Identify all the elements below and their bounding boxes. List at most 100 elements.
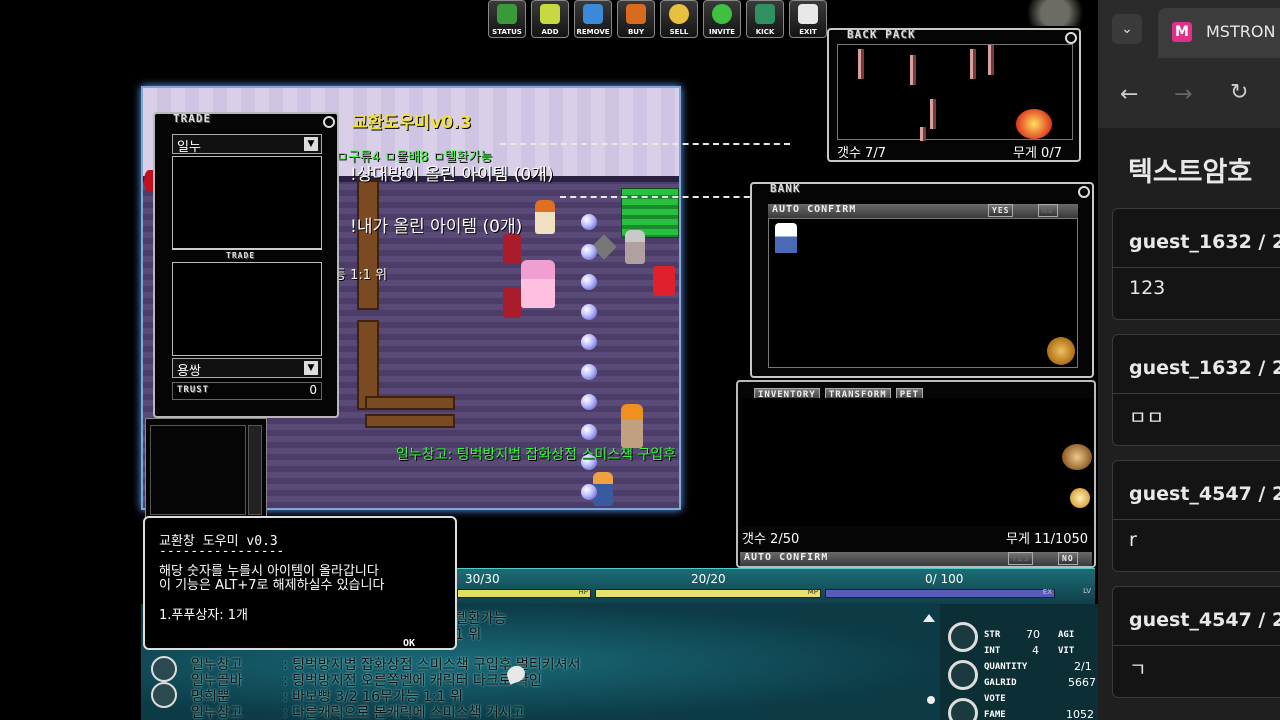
- inventory-no-button[interactable]: NO: [1058, 552, 1078, 565]
- shopping-basket-icon: [626, 4, 646, 24]
- crystal-orb[interactable]: [581, 244, 597, 260]
- status-button[interactable]: STATUS: [488, 0, 526, 38]
- message-card[interactable]: guest_1632 / 2 123: [1112, 208, 1280, 320]
- chevron-down-icon[interactable]: ▼: [304, 137, 318, 151]
- stat-knob-icon[interactable]: [948, 660, 978, 690]
- bank-no-button[interactable]: NO: [1038, 204, 1058, 217]
- backpack-slots[interactable]: [837, 44, 1073, 141]
- site-logo-icon: M: [1172, 22, 1192, 42]
- scroll-up-icon[interactable]: [923, 614, 935, 622]
- int-label: INT: [984, 646, 1001, 656]
- inventory-window[interactable]: INVENTORY TRANSFORM PET 갯수 2/50 무게 11/10…: [736, 380, 1096, 568]
- ghost-item[interactable]: [775, 223, 797, 253]
- kick-button[interactable]: KICK: [746, 0, 784, 38]
- key-item[interactable]: [910, 55, 916, 85]
- browser-tab[interactable]: M MSTRON: [1158, 8, 1280, 58]
- bank-window[interactable]: BANK AUTO CONFIRM YES NO: [750, 182, 1094, 378]
- npc-character[interactable]: [535, 200, 555, 234]
- bread-item[interactable]: [1070, 488, 1090, 508]
- bank-yes-button[interactable]: YES: [988, 204, 1014, 217]
- cookie-item[interactable]: [1062, 444, 1092, 470]
- remove-button-label: REMOVE: [576, 28, 610, 36]
- hp-value: 30/30: [465, 572, 500, 586]
- scroll-dot-icon[interactable]: [927, 696, 935, 704]
- add-grid-icon: [540, 4, 560, 24]
- dialog-ok-button[interactable]: OK: [403, 638, 415, 649]
- card-divider: [1113, 519, 1280, 520]
- flower-item[interactable]: [1016, 109, 1052, 139]
- wooden-counter: [357, 180, 379, 310]
- exp-value: 0/ 100: [925, 572, 964, 586]
- trade-window[interactable]: TRADE 일누 ▼ TRADE 용쌍 ▼ TRUST 0: [153, 112, 339, 418]
- bread-item[interactable]: [1047, 337, 1075, 365]
- sell-button-label: SELL: [669, 28, 689, 36]
- money-bag-icon: [669, 4, 689, 24]
- vit-label: VIT: [1058, 646, 1075, 656]
- crystal-orb[interactable]: [581, 214, 597, 230]
- forward-arrow-icon[interactable]: →: [1174, 82, 1192, 107]
- message-card[interactable]: guest_4547 / 2 ㄱ: [1112, 586, 1280, 698]
- helper-dialog[interactable]: 교환창 도우미 v0.3 ---------------- 해당 숫자를 누를시…: [143, 516, 457, 650]
- inventory-tabs: INVENTORY TRANSFORM PET: [754, 382, 924, 402]
- dashed-line: [500, 143, 790, 145]
- chevron-down-icon[interactable]: ▼: [304, 361, 318, 375]
- message-card[interactable]: guest_4547 / 2 r: [1112, 460, 1280, 572]
- crystal-orb[interactable]: [581, 484, 597, 500]
- top-player-dropdown[interactable]: 일누 ▼: [172, 134, 322, 155]
- invite-button[interactable]: INVITE: [703, 0, 741, 38]
- key-item[interactable]: [920, 127, 926, 141]
- crystal-orb[interactable]: [581, 334, 597, 350]
- inventory-slots[interactable]: [742, 398, 1092, 526]
- my-trade-slots[interactable]: [172, 262, 322, 356]
- close-icon[interactable]: [1065, 32, 1077, 44]
- close-icon[interactable]: [1078, 186, 1090, 198]
- key-item[interactable]: [988, 45, 994, 75]
- key-item[interactable]: [970, 49, 976, 79]
- message-card[interactable]: guest_1632 / 2 ㅁㅁ: [1112, 334, 1280, 446]
- dialog-item-1[interactable]: 1.푸푸상자: 1개: [159, 604, 248, 623]
- stat-knob-icon[interactable]: [948, 622, 978, 652]
- bottom-player-dropdown[interactable]: 용쌍 ▼: [172, 358, 322, 379]
- close-icon[interactable]: [323, 116, 335, 128]
- key-item[interactable]: [930, 99, 936, 129]
- chat-row: 일누골바 : 팅벅방지전 오른쪽벨에 캐릭터 다크로 확인: [151, 670, 851, 689]
- back-arrow-icon[interactable]: ←: [1120, 82, 1138, 107]
- remove-button[interactable]: REMOVE: [574, 0, 612, 38]
- npc-character[interactable]: [521, 260, 555, 308]
- bank-slots[interactable]: [768, 218, 1078, 368]
- add-button-label: ADD: [541, 28, 559, 36]
- bottom-player-name: 용쌍: [177, 364, 201, 379]
- trash-can-icon: [583, 4, 603, 24]
- buy-button[interactable]: BUY: [617, 0, 655, 38]
- stat-knob-icon[interactable]: [948, 698, 978, 720]
- trade-mid-label: TRADE: [226, 251, 256, 260]
- dialog-divider: ----------------: [159, 544, 285, 559]
- sell-button[interactable]: SELL: [660, 0, 698, 38]
- reload-icon[interactable]: ↻: [1230, 80, 1248, 105]
- add-button[interactable]: ADD: [531, 0, 569, 38]
- kick-person-icon: [755, 4, 775, 24]
- crystal-orb[interactable]: [581, 424, 597, 440]
- scrollbar[interactable]: [248, 425, 262, 515]
- fame-label: FAME: [984, 710, 1006, 720]
- exit-button[interactable]: EXIT: [789, 0, 827, 38]
- crystal-orb[interactable]: [581, 364, 597, 380]
- opponent-trade-slots[interactable]: [172, 156, 322, 250]
- tab-list-button[interactable]: ⌄: [1112, 14, 1142, 44]
- crystal-orb[interactable]: [581, 394, 597, 410]
- chat-row: 일누창고 : 팅벅방지법 잡화상점 스미스책 구입후 멀티키셔서: [151, 654, 851, 682]
- inventory-yes-button[interactable]: YES: [1008, 552, 1034, 565]
- sign-text: 등 1:1 위: [334, 268, 388, 283]
- crystal-orb[interactable]: [581, 274, 597, 290]
- browser-toolbar: ← → ↻: [1098, 64, 1280, 128]
- message-text: r: [1129, 529, 1137, 551]
- red-chair: [503, 288, 521, 318]
- chat-message: : 다른캐릭으로 본캐릭에 스미스책 거시고: [283, 705, 525, 720]
- key-item[interactable]: [858, 49, 864, 79]
- backpack-window[interactable]: BACK PACK 갯수 7/7 무게 0/7: [827, 28, 1081, 162]
- backpack-weight: 무게 0/7: [1013, 146, 1062, 161]
- backpack-count: 갯수 7/7: [837, 146, 886, 161]
- player-character[interactable]: [621, 404, 643, 448]
- npc-character[interactable]: [625, 230, 645, 264]
- crystal-orb[interactable]: [581, 304, 597, 320]
